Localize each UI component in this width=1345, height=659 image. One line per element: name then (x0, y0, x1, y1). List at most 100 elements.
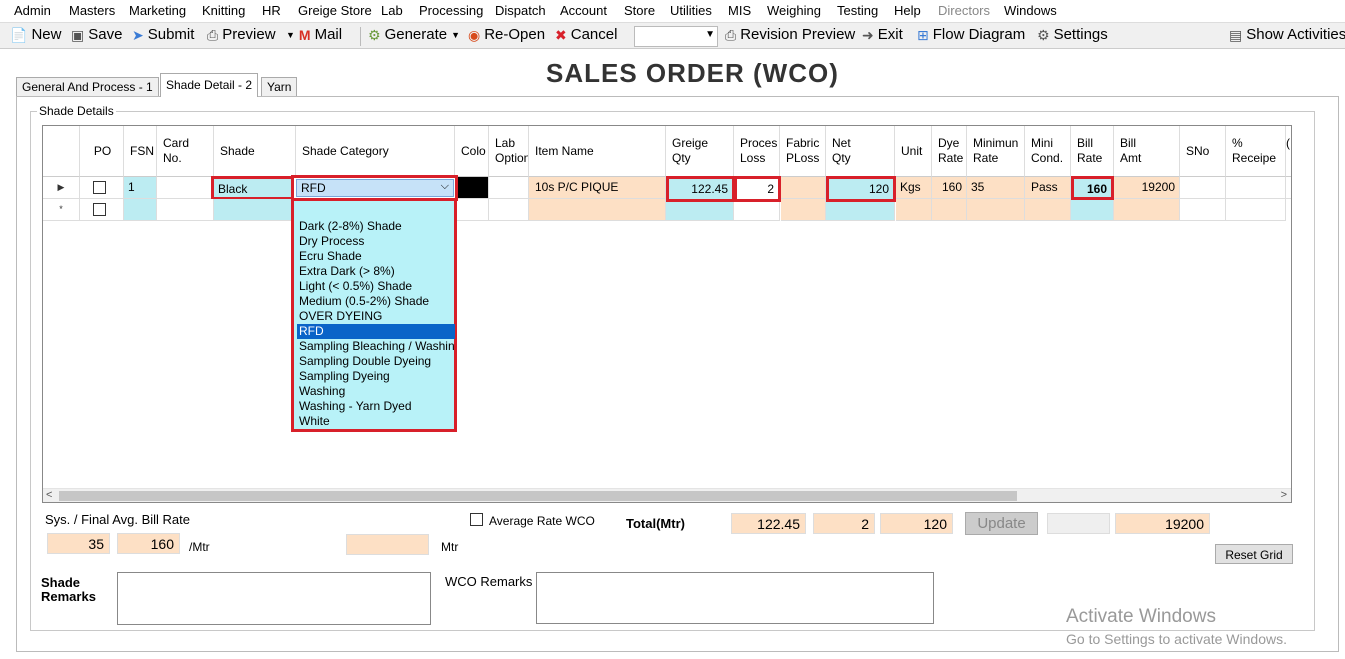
total-loss-field[interactable]: 2 (813, 513, 875, 534)
shade-remarks-textarea[interactable] (117, 572, 431, 625)
menu-utilities[interactable]: Utilities (670, 3, 712, 18)
dropdown-option[interactable]: Sampling Bleaching / Washing (299, 339, 454, 354)
cell-net-qty[interactable] (826, 202, 895, 221)
menu-help[interactable]: Help (894, 3, 921, 18)
cell-fabric-ploss[interactable] (781, 177, 826, 199)
show-activities-button[interactable]: ▤ Show Activities (1229, 26, 1345, 43)
menu-greige-store[interactable]: Greige Store (298, 3, 372, 18)
cell-lab-option[interactable] (489, 199, 529, 221)
wco-remarks-textarea[interactable] (536, 572, 934, 624)
toolbar-combo-select[interactable]: ▼ (634, 26, 718, 47)
col-header-lab-option[interactable]: Lab Option (489, 126, 529, 177)
col-header-color[interactable]: Colo (455, 126, 489, 177)
final-avg-rate-field[interactable]: 160 (117, 533, 180, 554)
menu-weighing[interactable]: Weighing (767, 3, 821, 18)
cell-fabric-ploss[interactable] (781, 199, 826, 221)
col-header-minimum-rate[interactable]: Minimun Rate (967, 126, 1025, 177)
cell-bill-rate[interactable]: 160 (1071, 176, 1114, 200)
tab-shade-detail[interactable]: Shade Detail - 2 (160, 73, 259, 97)
new-row-selector[interactable]: * (43, 199, 80, 221)
col-header-dye-rate[interactable]: Dye Rate (932, 126, 967, 177)
tab-general-and-process[interactable]: General And Process - 1 (16, 77, 159, 96)
total-blank-field[interactable] (1047, 513, 1110, 534)
menu-processing[interactable]: Processing (419, 3, 483, 18)
cell-lab-option[interactable] (489, 177, 529, 199)
scrollbar-thumb[interactable] (59, 491, 1017, 501)
cell-process-loss[interactable] (734, 202, 780, 221)
col-header-card-no[interactable]: Card No. (157, 126, 214, 177)
menu-dispatch[interactable]: Dispatch (495, 3, 546, 18)
chevron-down-icon[interactable]: ⌵ (441, 180, 449, 193)
dropdown-option[interactable]: Light (< 0.5%) Shade (299, 279, 454, 294)
menu-marketing[interactable]: Marketing (129, 3, 186, 18)
col-header-mini-cond[interactable]: Mini Cond. (1025, 126, 1071, 177)
dropdown-option[interactable]: Dry Process (299, 234, 454, 249)
cell-dye-rate[interactable]: 160 (932, 177, 967, 199)
cell-pct-receipe[interactable] (1226, 177, 1286, 199)
cell-minimum-rate[interactable]: 35 (967, 177, 1025, 199)
col-header-item-name[interactable]: Item Name (529, 126, 666, 177)
col-header-pct-receipe[interactable]: % Receipe (1226, 126, 1286, 177)
save-button[interactable]: ▣ Save (71, 26, 122, 43)
chevron-right-icon[interactable]: > (1281, 489, 1287, 501)
total-net-field[interactable]: 120 (880, 513, 953, 534)
grid-horizontal-scrollbar[interactable]: < > (43, 488, 1291, 502)
cell-unit[interactable] (896, 199, 932, 221)
dropdown-option[interactable]: Washing (299, 384, 454, 399)
cell-card-no[interactable] (157, 177, 214, 199)
col-header-fabric-ploss[interactable]: Fabric PLoss (780, 126, 826, 177)
cell-bill-rate[interactable] (1071, 200, 1114, 221)
dropdown-option[interactable] (299, 204, 454, 219)
cell-fsn[interactable] (124, 199, 157, 221)
cell-minimum-rate[interactable] (967, 199, 1025, 221)
col-header-fsn[interactable]: FSN (124, 126, 157, 177)
menu-mis[interactable]: MIS (728, 3, 751, 18)
dropdown-option[interactable]: Medium (0.5-2%) Shade (299, 294, 454, 309)
revision-preview-button[interactable]: ⎙ Revision Preview (725, 26, 855, 43)
cell-sno[interactable] (1180, 177, 1226, 199)
dropdown-option-selected[interactable]: RFD (297, 324, 455, 339)
cell-pct-receipe[interactable] (1226, 199, 1286, 221)
cell-item-name[interactable]: 10s P/C PIQUE (529, 177, 666, 199)
cell-bill-amt[interactable]: 19200 (1114, 177, 1180, 199)
col-header-po[interactable]: PO (80, 126, 124, 177)
tab-yarn[interactable]: Yarn (261, 77, 298, 96)
flow-diagram-button[interactable]: ⊞ Flow Diagram (917, 26, 1025, 43)
menu-account[interactable]: Account (560, 3, 607, 18)
menu-admin[interactable]: Admin (14, 3, 51, 18)
reopen-button[interactable]: ◉ Re-Open (468, 26, 545, 43)
menu-directors[interactable]: Directors (938, 3, 990, 18)
dropdown-option[interactable]: OVER DYEING (299, 309, 454, 324)
total-amount-field[interactable]: 19200 (1115, 513, 1210, 534)
col-header-process-loss[interactable]: Proces Loss (734, 126, 780, 177)
dropdown-option[interactable]: Sampling Double Dyeing (299, 354, 454, 369)
cell-net-qty[interactable]: 120 (826, 176, 896, 202)
col-header-unit[interactable]: Unit (895, 126, 932, 177)
cancel-button[interactable]: ✖ Cancel (555, 26, 617, 43)
col-header-bill-amt[interactable]: Bill Amt (1114, 126, 1180, 177)
menu-masters[interactable]: Masters (69, 3, 115, 18)
col-header-greige-qty[interactable]: Greige Qty (666, 126, 734, 177)
cell-process-loss[interactable]: 2 (734, 176, 781, 202)
dropdown-option[interactable]: Washing - Yarn Dyed (299, 399, 454, 414)
col-header-net-qty[interactable]: Net Qty (826, 126, 895, 177)
col-header-shade-category[interactable]: Shade Category (296, 126, 455, 177)
col-header-extra[interactable]: ( (1286, 126, 1291, 177)
menu-store[interactable]: Store (624, 3, 655, 18)
row-selector[interactable]: ▶ (43, 177, 80, 199)
reset-grid-button[interactable]: Reset Grid (1215, 544, 1293, 564)
cell-mini-cond[interactable] (1025, 199, 1071, 221)
cell-greige-qty[interactable] (666, 202, 734, 221)
cell-bill-amt[interactable] (1114, 199, 1180, 221)
generate-button[interactable]: ⚙ Generate ▼ (368, 26, 460, 43)
col-header-bill-rate[interactable]: Bill Rate (1071, 126, 1114, 177)
po-checkbox[interactable] (93, 181, 106, 194)
cell-greige-qty[interactable]: 122.45 (666, 176, 735, 202)
col-header-sno[interactable]: SNo (1180, 126, 1226, 177)
cell-extra[interactable] (1286, 177, 1291, 199)
cell-unit[interactable]: Kgs (896, 177, 932, 199)
dropdown-option[interactable]: Sampling Dyeing (299, 369, 454, 384)
total-greige-field[interactable]: 122.45 (731, 513, 806, 534)
update-button[interactable]: Update (965, 512, 1038, 535)
new-button[interactable]: 📄 New (10, 26, 61, 43)
